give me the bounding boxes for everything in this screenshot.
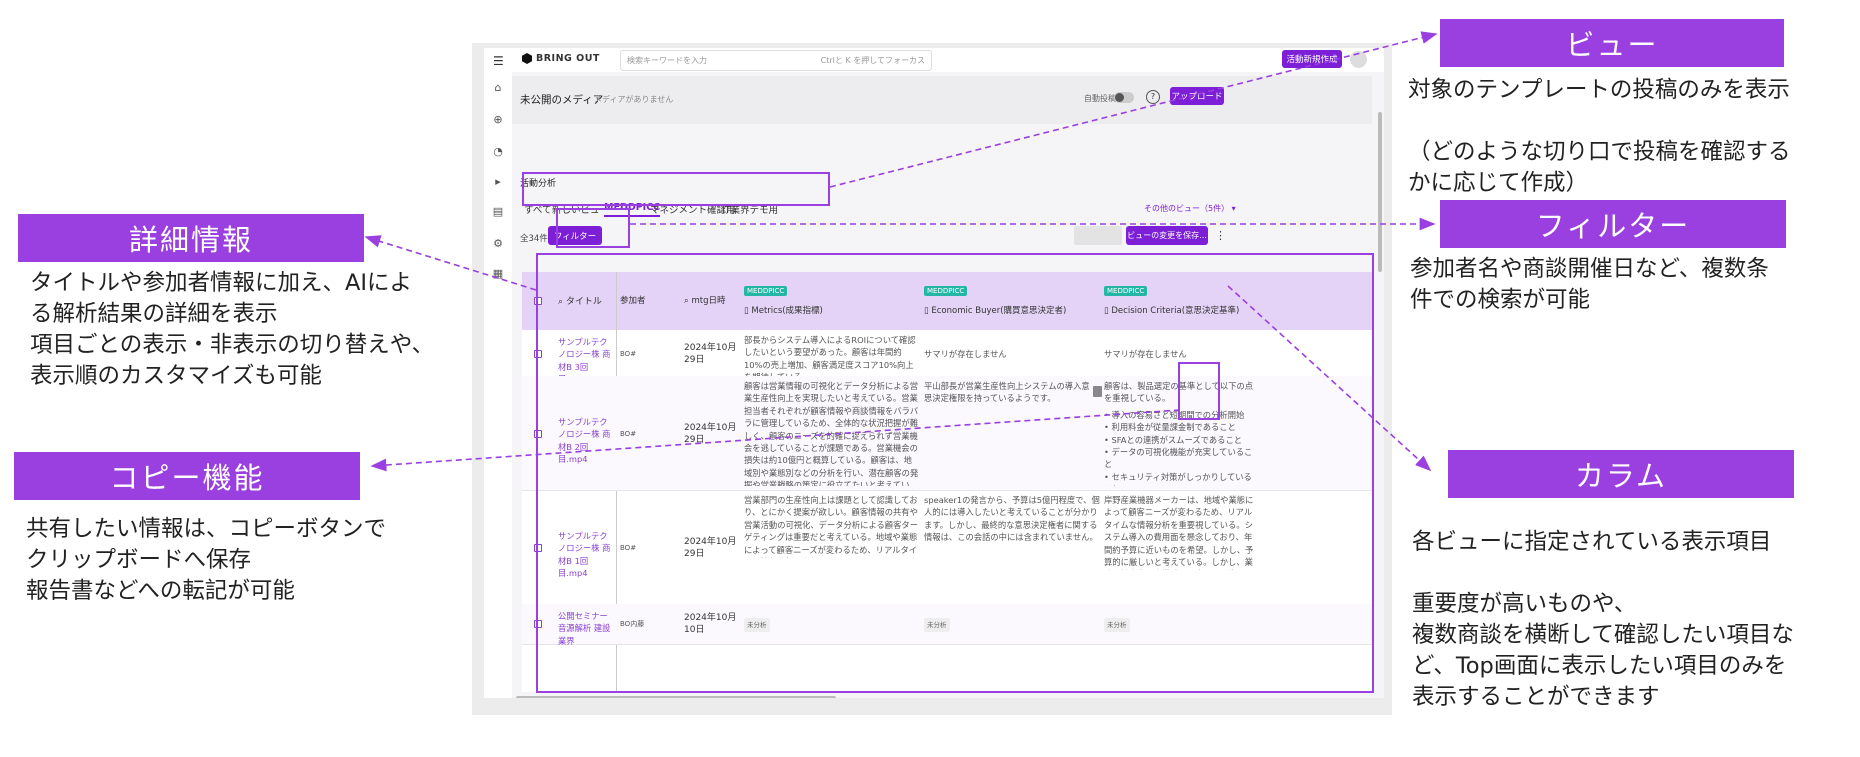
callout-detail-desc: タイトルや参加者情報に加え、AIによ る解析結果の詳細を表示 項目ごとの表示・非… [30,270,435,389]
callout-filter-desc: 参加者名や商談開催日など、複数条 件での検索が可能 [1410,256,1769,313]
callout-copy-desc: 共有したい情報は、コピーボタンで クリップボードへ保存 報告書などへの転記が可能 [26,516,387,604]
arrow-copy [370,409,1181,472]
arrow-column [1227,285,1432,472]
callout-column-label: カラム [1448,450,1794,498]
arrow-view [829,31,1438,188]
callout-detail-label: 詳細情報 [18,214,364,262]
callout-column-desc: 各ビューに指定されている表示項目 重要度が高いものや、 複数商談を横断して確認し… [1412,529,1794,710]
callout-view-label: ビュー [1440,19,1784,67]
callout-filter-label: フィルター [1440,200,1786,248]
callout-view-desc: 対象のテンプレートの投稿のみを表示 （どのような切り口で投稿を確認する かに応じ… [1408,77,1791,196]
callout-copy-label: コピー機能 [14,452,360,500]
